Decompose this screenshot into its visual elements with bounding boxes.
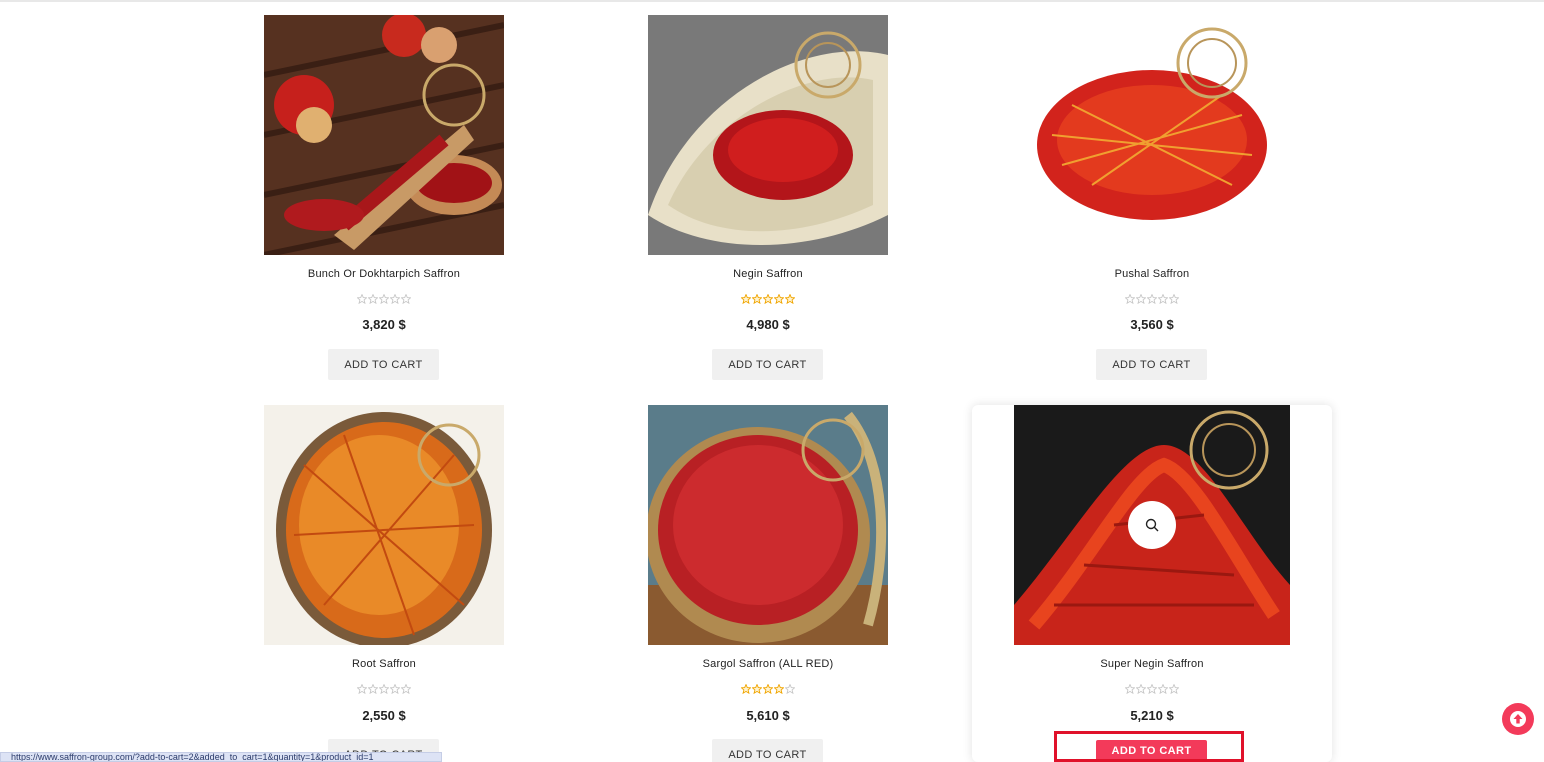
star-empty-icon: [368, 684, 378, 694]
star-filled-icon: [774, 294, 784, 304]
product-price: 5,210 $: [1130, 708, 1174, 723]
product-image[interactable]: [648, 405, 888, 645]
star-filled-icon: [785, 294, 795, 304]
product-image[interactable]: [648, 15, 888, 255]
rating-stars: [972, 294, 1332, 304]
star-empty-icon: [1158, 294, 1168, 304]
saffron-photo-negin: [648, 15, 888, 255]
star-empty-icon: [1147, 684, 1157, 694]
star-empty-icon: [1158, 684, 1168, 694]
search-icon: [1145, 518, 1159, 532]
star-empty-icon: [1125, 684, 1135, 694]
highlight-box: [1054, 731, 1244, 762]
rating-stars: [588, 294, 948, 304]
arrow-up-circle-icon: [1510, 711, 1526, 727]
product-title[interactable]: Super Negin Saffron: [972, 658, 1332, 670]
star-empty-icon: [379, 684, 389, 694]
star-empty-icon: [785, 684, 795, 694]
star-empty-icon: [401, 684, 411, 694]
top-divider: [0, 0, 1544, 2]
rating-stars: [588, 684, 948, 694]
product-price: 3,820 $: [362, 317, 406, 332]
scroll-to-top-button[interactable]: [1502, 703, 1534, 735]
star-empty-icon: [357, 684, 367, 694]
status-bar-url: https://www.saffron-group.com/?add-to-ca…: [0, 752, 442, 762]
star-filled-icon: [763, 684, 773, 694]
star-filled-icon: [774, 684, 784, 694]
add-to-cart-button[interactable]: ADD TO CART: [712, 739, 823, 762]
saffron-photo-bunch: [264, 15, 504, 255]
product-image[interactable]: [264, 405, 504, 645]
star-empty-icon: [1147, 294, 1157, 304]
star-filled-icon: [763, 294, 773, 304]
product-price: 3,560 $: [1130, 317, 1174, 332]
product-title[interactable]: Sargol Saffron (ALL RED): [588, 658, 948, 670]
product-price: 2,550 $: [362, 708, 406, 723]
add-to-cart-button[interactable]: ADD TO CART: [712, 349, 823, 380]
star-empty-icon: [368, 294, 378, 304]
star-empty-icon: [1125, 294, 1135, 304]
star-empty-icon: [1136, 294, 1146, 304]
saffron-photo-sargol: [648, 405, 888, 645]
star-empty-icon: [357, 294, 367, 304]
product-image[interactable]: [264, 15, 504, 255]
star-empty-icon: [1169, 294, 1179, 304]
product-title[interactable]: Negin Saffron: [588, 268, 948, 280]
star-filled-icon: [741, 684, 751, 694]
star-empty-icon: [390, 684, 400, 694]
rating-stars: [204, 684, 564, 694]
star-empty-icon: [1136, 684, 1146, 694]
add-to-cart-button[interactable]: ADD TO CART: [1096, 349, 1207, 380]
star-empty-icon: [401, 294, 411, 304]
rating-stars: [972, 684, 1332, 694]
rating-stars: [204, 294, 564, 304]
product-price: 5,610 $: [746, 708, 790, 723]
product-title[interactable]: Root Saffron: [204, 658, 564, 670]
star-filled-icon: [741, 294, 751, 304]
saffron-photo-root: [264, 405, 504, 645]
add-to-cart-button[interactable]: ADD TO CART: [328, 349, 439, 380]
product-title[interactable]: Pushal Saffron: [972, 268, 1332, 280]
star-filled-icon: [752, 684, 762, 694]
quick-view-button[interactable]: [1128, 501, 1176, 549]
product-card-hovered: Super Negin Saffron 5,210 $ ADD TO CART: [972, 405, 1332, 762]
saffron-photo-pushal: [1032, 15, 1272, 255]
star-empty-icon: [390, 294, 400, 304]
star-empty-icon: [379, 294, 389, 304]
product-price: 4,980 $: [746, 317, 790, 332]
product-image[interactable]: [1032, 15, 1272, 255]
product-title[interactable]: Bunch Or Dokhtarpich Saffron: [204, 268, 564, 280]
star-empty-icon: [1169, 684, 1179, 694]
star-filled-icon: [752, 294, 762, 304]
